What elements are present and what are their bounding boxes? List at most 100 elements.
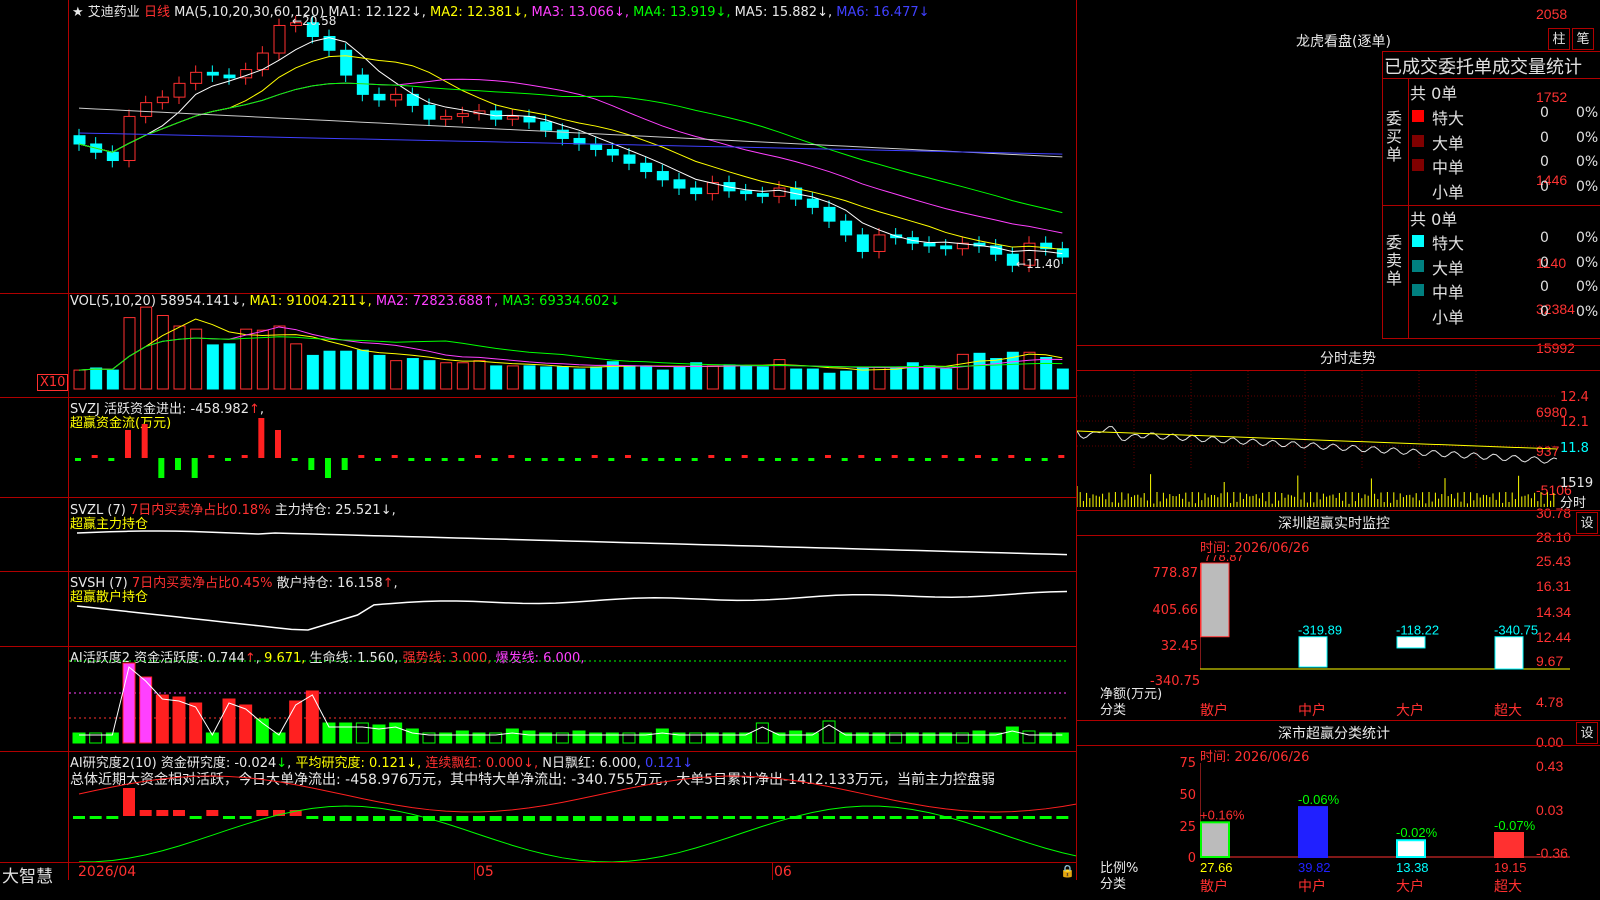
activity-bar — [239, 704, 253, 744]
fenshi-tick: 12.1 — [1560, 415, 1589, 430]
volume-bar — [340, 350, 353, 390]
ma-line — [78, 55, 1063, 251]
fundflow-bar — [575, 458, 581, 461]
fundflow-bar — [341, 458, 348, 470]
volume-bar — [890, 366, 903, 390]
research-bar — [139, 810, 152, 816]
research-bar — [1039, 816, 1052, 819]
fundflow-bar — [1008, 455, 1015, 458]
candle-body — [623, 154, 636, 164]
fundflow-bar — [1025, 458, 1031, 461]
volume-bar — [206, 344, 219, 390]
candlestick-chart[interactable] — [69, 0, 1076, 293]
fundflow-bar — [175, 458, 181, 470]
volume-bar — [406, 358, 419, 390]
volume-bar — [773, 359, 786, 390]
monitor-tick: 778.87 — [1152, 566, 1199, 581]
brand-logo[interactable]: 大智慧 — [2, 862, 53, 887]
candle-body — [506, 115, 519, 120]
research-bar — [473, 816, 485, 821]
fundflow-bar — [925, 458, 931, 461]
activity-bar — [505, 728, 519, 744]
bar-pct-label: -0.02% — [1396, 825, 1438, 840]
research-bar — [1006, 816, 1019, 819]
volume-chart[interactable] — [69, 294, 1076, 397]
monitor-tick: 405.66 — [1152, 603, 1199, 618]
ai-research-chart[interactable] — [69, 752, 1076, 862]
date-divider — [474, 863, 475, 880]
candle-body — [156, 96, 169, 104]
research-bar — [639, 816, 652, 821]
tick-mode-button[interactable]: 笔 — [1572, 28, 1594, 50]
monitor-border — [1077, 535, 1600, 536]
svzj-chart[interactable] — [69, 398, 1076, 497]
divider-date-axis — [0, 862, 1076, 863]
date-divider — [772, 863, 773, 880]
volume-bar — [540, 366, 553, 390]
candle-body — [206, 71, 219, 76]
research-bar — [606, 816, 619, 821]
fundflow-bar — [608, 458, 615, 461]
bar-mode-button[interactable]: 柱 — [1548, 28, 1570, 50]
fundflow-bar — [958, 458, 965, 461]
research-bar — [223, 816, 235, 819]
activity-bar — [455, 730, 469, 744]
classify-tick: 50 — [1179, 788, 1196, 803]
candle-body — [373, 93, 386, 101]
svzl-chart[interactable] — [69, 498, 1076, 571]
volume-bar — [823, 372, 836, 390]
ma-line — [78, 37, 1063, 255]
ratio-bar — [1396, 839, 1426, 858]
retail-holding-line — [76, 590, 1068, 631]
activity-bar — [139, 676, 153, 744]
sell-row-count: 0 — [1540, 254, 1549, 271]
classify-tick: 0 — [1187, 851, 1196, 866]
monitor-tick: 32.45 — [1160, 639, 1198, 654]
classify-settings-button[interactable]: 设 — [1576, 722, 1598, 744]
ai-active-chart[interactable] — [69, 647, 1076, 751]
bar-value-label: 39.82 — [1298, 860, 1331, 875]
bar-pct-label: -0.07% — [1494, 818, 1536, 833]
ratio-bar — [1298, 806, 1328, 858]
intraday-chart[interactable] — [1077, 371, 1557, 509]
fenshi-vol-unit: 分时 — [1560, 496, 1587, 511]
longhu-subtitle: 已成交委托单成交量统计 — [1384, 57, 1582, 78]
research-bar — [389, 816, 402, 821]
research-bar — [706, 816, 719, 819]
activity-bar — [1005, 726, 1019, 744]
volume-bar — [506, 365, 519, 390]
candle-body — [390, 93, 403, 101]
buy-total: 共 0单 — [1410, 84, 1458, 103]
candle-body — [840, 220, 853, 236]
research-bar — [539, 816, 552, 821]
fundflow-bar — [908, 458, 915, 461]
sell-row-pct: 0% — [1576, 254, 1599, 271]
research-bar — [489, 816, 502, 821]
monitor-bar-chart[interactable]: 778.87 散户 -319.89 中户 -118.22 大户 -340.75 超大 — [1200, 555, 1600, 720]
volume-bar — [156, 315, 169, 390]
candle-body — [873, 234, 886, 252]
research-bar — [356, 816, 369, 821]
fundflow-bar — [125, 430, 131, 458]
fundflow-bar — [308, 458, 315, 470]
longhu-divider — [1382, 338, 1600, 339]
buy-row-pct: 0% — [1576, 129, 1599, 146]
lock-icon[interactable]: 🔒 — [1060, 864, 1075, 878]
activity-bar — [822, 720, 836, 744]
sell-color-swatch — [1412, 284, 1424, 296]
research-bar — [839, 816, 852, 819]
monitor-settings-button[interactable]: 设 — [1576, 512, 1598, 534]
fundflow-bar — [408, 458, 415, 461]
fundflow-bar — [841, 458, 848, 461]
volume-bar — [390, 360, 403, 390]
ratio-bar — [1494, 831, 1524, 858]
longhu-title: 龙虎看盘(逐单) — [1296, 34, 1391, 50]
category-label: 超大 — [1494, 702, 1522, 718]
sell-row-name: 小单 — [1432, 307, 1465, 327]
activity-bar — [522, 730, 536, 744]
fundflow-bar — [775, 458, 781, 461]
svsh-chart[interactable] — [69, 572, 1076, 646]
classify-bar-chart[interactable]: +0.16% 27.66 散户 -0.06% 39.82 中户 -0.02% 13.38 大户 -… — [1200, 755, 1600, 900]
fundflow-bar — [525, 458, 531, 461]
fundflow-bar — [375, 458, 381, 461]
